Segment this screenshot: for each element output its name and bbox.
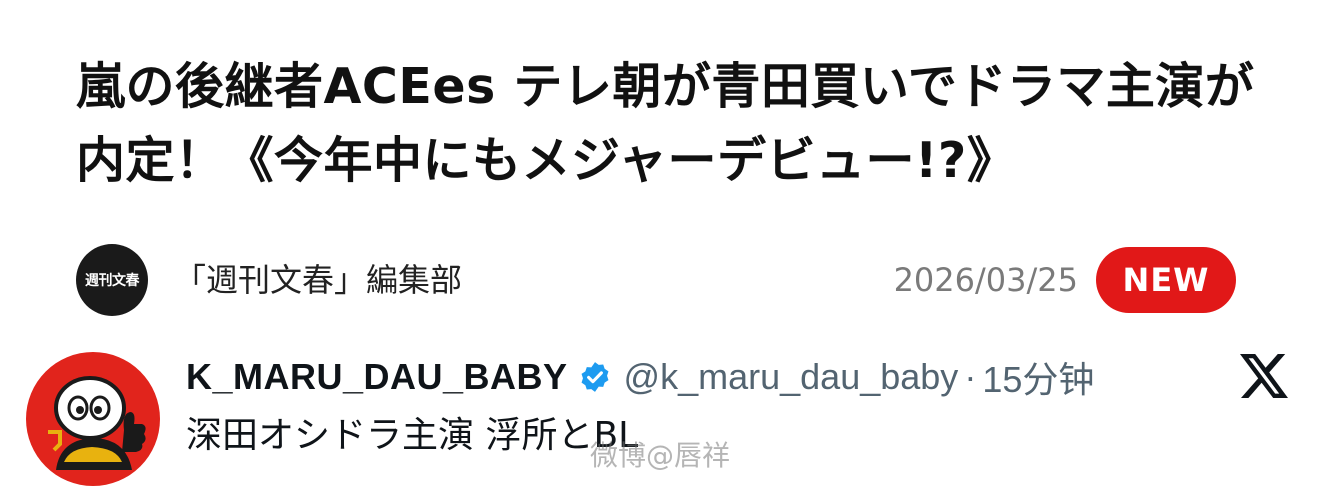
tweet-header: K_MARU_DAU_BABY @k_maru_dau_baby · 15分钟 (186, 352, 1094, 402)
tweet-handle[interactable]: @k_maru_dau_baby (624, 356, 959, 398)
article-title[interactable]: 嵐の後継者ACEes テレ朝が青田買いでドラマ主演が内定！《今年中にもメジャーデ… (76, 50, 1256, 198)
user-avatar[interactable] (26, 352, 160, 486)
weibo-watermark: 微博@唇祥 (590, 439, 731, 472)
tweet-display-name[interactable]: K_MARU_DAU_BABY (186, 356, 568, 398)
article-byline: 週刊文春 「週刊文春」編集部 2026/03/25 NEW (76, 244, 1236, 316)
publisher-name[interactable]: 「週刊文春」編集部 (174, 258, 462, 302)
verified-badge-icon (581, 362, 609, 392)
tweet-separator: · (964, 356, 977, 397)
publish-date: 2026/03/25 (893, 261, 1078, 299)
new-badge: NEW (1096, 247, 1236, 313)
tweet-timestamp[interactable]: 15分钟 (982, 351, 1094, 403)
x-logo-icon[interactable] (1240, 354, 1288, 398)
publisher-logo[interactable]: 週刊文春 (76, 244, 148, 316)
tweet-text: 深田オシドラ主演 浮所とBL (186, 415, 639, 456)
